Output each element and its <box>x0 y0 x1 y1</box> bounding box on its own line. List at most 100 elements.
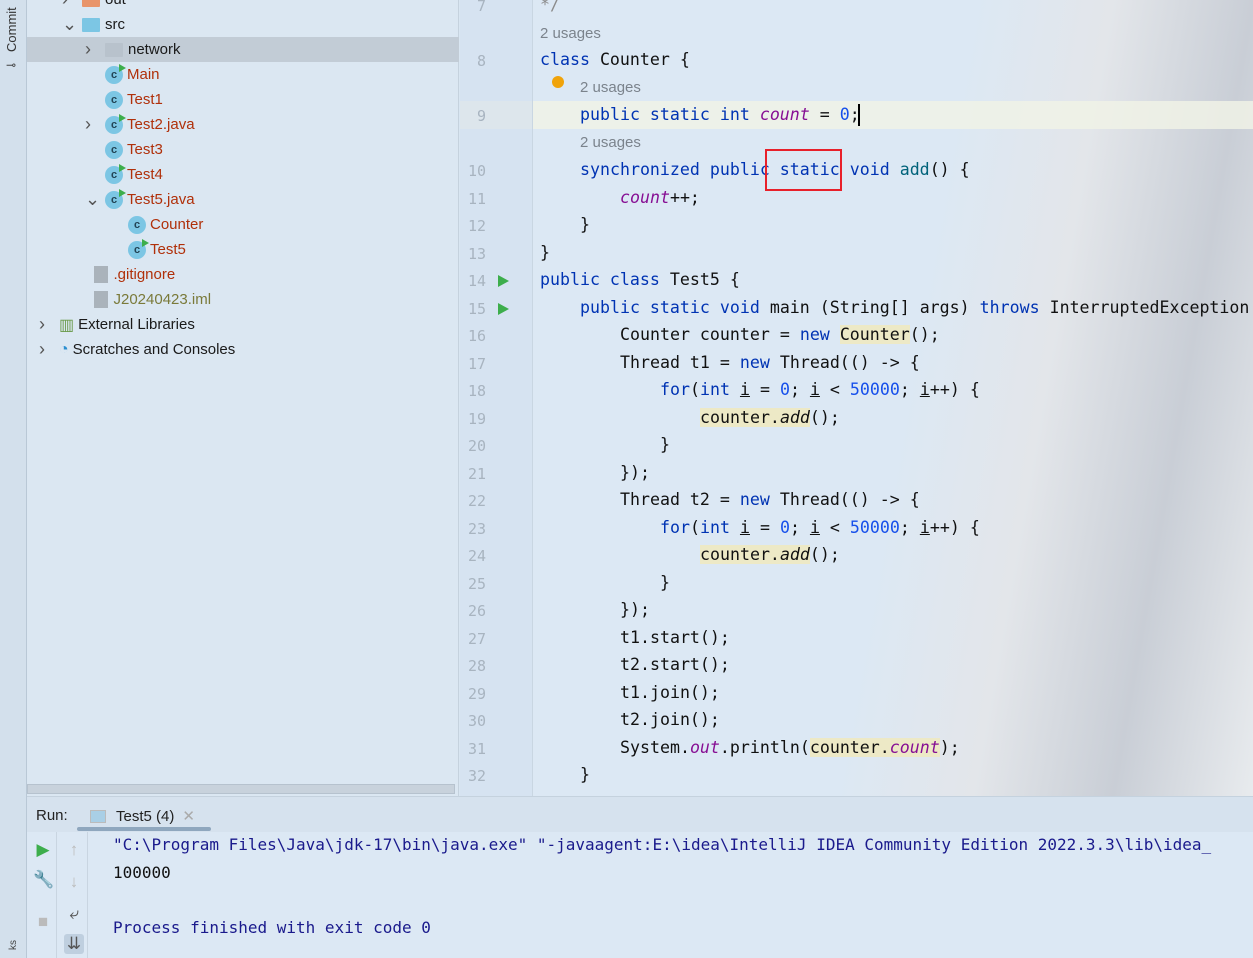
code-token: i <box>809 380 820 399</box>
tree-item-label: Test2.java <box>127 116 195 133</box>
arrow-down-icon[interactable]: ↓ <box>64 872 84 892</box>
code-editor[interactable]: 7 */ 2 usages 8 class Counter {2 usages 9 publ… <box>460 0 1253 796</box>
run-gutter-icon[interactable] <box>498 275 509 287</box>
code-token: ( <box>689 380 700 399</box>
tree-item-label: Test3 <box>127 141 163 158</box>
run-gutter-icon[interactable] <box>498 303 509 315</box>
code-line[interactable]: } <box>660 434 670 456</box>
code-token: int <box>699 380 730 399</box>
code-token: ; <box>899 380 920 399</box>
usages-hint[interactable]: 2 usages <box>580 134 641 151</box>
code-line[interactable]: t1.join(); <box>620 682 720 704</box>
run-tab-test5[interactable]: Test5 (4) ✕ <box>90 807 195 825</box>
line-number: 29 <box>467 685 486 703</box>
code-line[interactable]: */ <box>540 0 560 16</box>
wrench-icon[interactable]: 🔧 <box>33 870 54 890</box>
code-line[interactable]: t2.join(); <box>620 709 720 731</box>
usages-hint[interactable]: 2 usages <box>540 25 601 42</box>
tree-item-label: Scratches and Consoles <box>72 341 236 358</box>
code-line[interactable]: counter.add(); <box>700 407 840 429</box>
code-line[interactable]: for(int i = 0; i < 50000; i++) { <box>660 517 980 539</box>
close-icon[interactable]: ✕ <box>182 807 195 825</box>
code-token: (); <box>909 325 940 344</box>
code-line[interactable]: Counter counter = new Counter(); <box>620 324 940 346</box>
code-token: 50000 <box>849 518 900 537</box>
code-line[interactable]: public static void main (String[] args) … <box>580 297 1249 319</box>
code-token: 0 <box>779 380 790 399</box>
code-token: } <box>580 765 590 784</box>
code-line[interactable]: Thread t2 = new Thread(() -> { <box>620 489 920 511</box>
active-tab-indicator <box>77 827 211 831</box>
code-line[interactable]: public static int count = 0; <box>580 104 860 126</box>
commit-icon: ⊸ <box>6 58 17 72</box>
rerun-icon[interactable]: ▶ <box>33 840 53 860</box>
chevron-right-icon[interactable]: › <box>39 314 51 335</box>
code-token: i <box>919 380 930 399</box>
line-number: 20 <box>467 437 486 455</box>
line-number: 21 <box>467 465 486 483</box>
chevron-right-icon[interactable]: › <box>85 39 97 60</box>
code-token: (String[] args) <box>809 298 980 317</box>
code-line[interactable]: public class Test5 { <box>540 269 740 291</box>
stop-icon[interactable]: ■ <box>33 912 53 932</box>
tree-item-label: out <box>105 0 126 8</box>
soft-wrap-icon[interactable]: ⤶ <box>64 904 84 924</box>
chevron-down-icon[interactable]: ⌄ <box>62 14 77 35</box>
tree-item[interactable]: › network <box>27 37 459 62</box>
code-token: 50000 <box>849 380 900 399</box>
scroll-to-end-icon[interactable]: ⇊ <box>64 934 84 954</box>
chevron-right-icon[interactable]: › <box>85 114 97 135</box>
code-line[interactable]: System.out.println(counter.count); <box>620 737 960 759</box>
tree-horizontal-scrollbar[interactable] <box>27 784 455 794</box>
lightbulb-icon[interactable] <box>552 76 564 88</box>
code-token: InterruptedException <box>1039 298 1250 317</box>
code-line[interactable]: } <box>540 242 550 264</box>
code-line[interactable]: class Counter { <box>540 49 690 71</box>
code-line[interactable]: count++; <box>620 187 700 209</box>
code-token: }); <box>620 600 650 619</box>
line-number: 15 <box>467 300 486 318</box>
code-line[interactable]: t2.start(); <box>620 654 730 676</box>
code-token: Thread t2 = <box>620 490 740 509</box>
code-token: ; <box>789 518 810 537</box>
code-token: Thread(() -> { <box>769 490 920 509</box>
code-line[interactable]: } <box>660 572 670 594</box>
line-number: 24 <box>467 547 486 565</box>
line-number: 30 <box>467 712 486 730</box>
commit-tool-button[interactable]: Commit <box>4 2 19 52</box>
code-line[interactable]: } <box>580 214 590 236</box>
arrow-up-icon[interactable]: ↑ <box>64 840 84 860</box>
code-line[interactable]: counter.add(); <box>700 544 840 566</box>
code-token: ++) { <box>929 380 980 399</box>
line-number: 10 <box>467 162 486 180</box>
chevron-right-icon[interactable]: › <box>62 0 74 10</box>
code-token: synchronized public static void <box>580 160 900 179</box>
bookmarks-tool-label[interactable]: ks <box>8 940 19 950</box>
tree-item-label: Test5 <box>150 241 186 258</box>
scratches-icon: ◔ <box>59 340 69 358</box>
tree-item-label: J20240423.iml <box>113 291 212 308</box>
code-token: count <box>759 105 810 124</box>
code-token: = <box>809 105 840 124</box>
code-token: public static void <box>580 298 770 317</box>
usages-hint[interactable]: 2 usages <box>580 79 641 96</box>
chevron-right-icon[interactable]: › <box>39 339 51 360</box>
code-line[interactable]: } <box>580 764 590 786</box>
code-token: < <box>819 380 850 399</box>
code-line[interactable]: t1.start(); <box>620 627 730 649</box>
code-line[interactable]: Thread t1 = new Thread(() -> { <box>620 352 920 374</box>
code-token: (); <box>809 408 840 427</box>
code-token: class <box>540 50 590 69</box>
file-icon <box>93 266 108 283</box>
chevron-down-icon[interactable]: ⌄ <box>85 189 100 210</box>
code-token: public static int <box>580 105 760 124</box>
line-number: 25 <box>467 575 486 593</box>
library-icon: ▥ <box>59 316 75 334</box>
code-token: Counter { <box>589 50 690 69</box>
run-console[interactable]: ▶ 🔧 ■ ↑ ↓ ⤶ ⇊ "C:\Program Files\Java\jdk… <box>27 832 1253 958</box>
code-line[interactable]: for(int i = 0; i < 50000; i++) { <box>660 379 980 401</box>
code-token: ++; <box>669 188 700 207</box>
code-token: for <box>660 518 690 537</box>
code-line[interactable]: }); <box>620 462 650 484</box>
code-line[interactable]: }); <box>620 599 650 621</box>
